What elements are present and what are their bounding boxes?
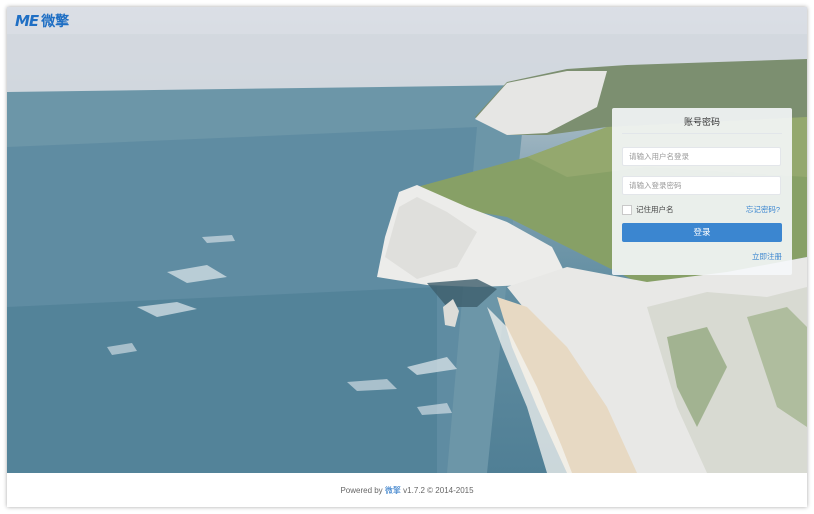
login-panel: 账号密码 记住用户名 忘记密码? 登录 立即注册 (612, 108, 792, 275)
footer: Powered by 微擎 v1.7.2 © 2014-2015 (7, 473, 807, 507)
remember-checkbox[interactable] (622, 204, 632, 215)
footer-version: v1.7.2 © 2014-2015 (403, 486, 474, 495)
password-input[interactable] (622, 176, 781, 195)
tab-divider (622, 133, 782, 134)
tab-account-password[interactable]: 账号密码 (675, 115, 729, 134)
logo[interactable]: ME 微擎 (15, 11, 69, 31)
username-input[interactable] (622, 147, 781, 166)
footer-brand-link[interactable]: 微擎 (385, 486, 401, 495)
forgot-password-link[interactable]: 忘记密码? (746, 204, 780, 215)
remember-label: 记住用户名 (636, 205, 674, 214)
remember-username[interactable]: 记住用户名 (622, 204, 674, 215)
footer-prefix: Powered by (340, 486, 383, 495)
register-link[interactable]: 立即注册 (752, 251, 782, 262)
login-button[interactable]: 登录 (622, 223, 782, 242)
logo-text: 微擎 (41, 13, 70, 29)
logo-mark: ME (15, 12, 39, 30)
page-frame: ME 微擎 账号密码 记住用户名 忘记密码? 登录 立即注册 Powered b… (7, 7, 807, 507)
top-bar: ME 微擎 (7, 7, 807, 34)
